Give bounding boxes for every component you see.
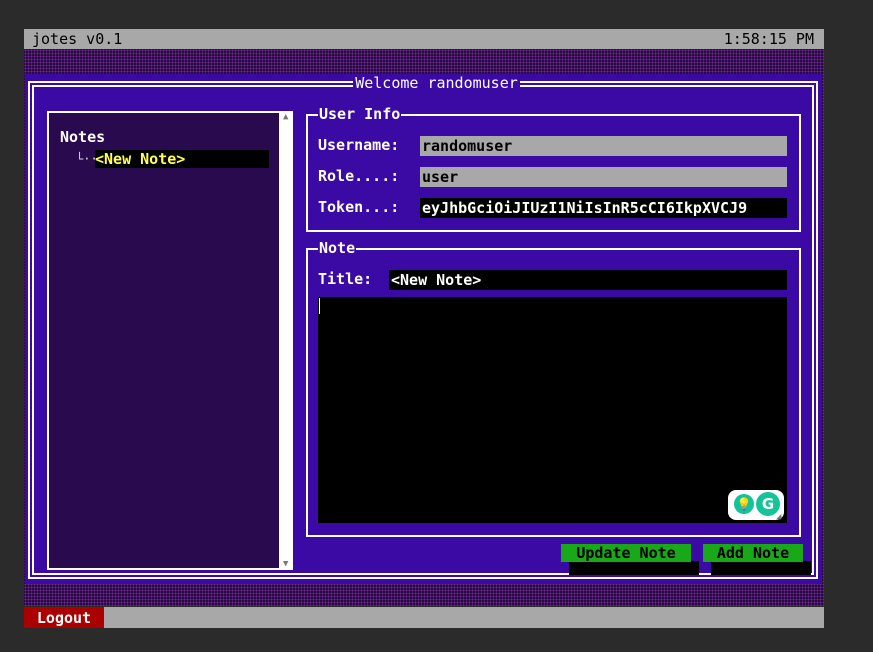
note-title-label: Title: (318, 270, 373, 288)
logout-button[interactable]: Logout (24, 607, 104, 628)
scroll-up-icon[interactable]: ▲ (283, 111, 288, 123)
note-title-field[interactable]: <New Note> (389, 270, 787, 290)
app-name: jotes v0.1 (32, 30, 123, 48)
role-label: Role....: (318, 167, 400, 185)
notes-tree-panel[interactable] (47, 111, 281, 570)
clock: 1:58:15 PM (723, 30, 814, 48)
token-label: Token...: (318, 198, 400, 216)
token-field[interactable]: eyJhbGciOiJIUzI1NiIsInR5cCI6IkpXVCJ9 (420, 198, 787, 218)
user-info-legend: User Info (318, 105, 402, 123)
scroll-down-icon[interactable]: ▼ (283, 558, 288, 570)
notes-tree-root[interactable]: Notes (60, 128, 105, 146)
update-note-button-shadow (569, 561, 699, 575)
text-caret (319, 298, 320, 314)
add-note-button-shadow (711, 561, 811, 575)
window-title: Welcome randomuser (0, 74, 873, 92)
window-title-text: Welcome randomuser (353, 74, 520, 92)
add-note-button[interactable]: Add Note (703, 544, 803, 562)
note-body-textarea[interactable] (318, 297, 787, 523)
title-bar: jotes v0.1 1:58:15 PM (24, 29, 824, 49)
note-legend: Note (318, 239, 357, 257)
role-field[interactable]: user (420, 167, 787, 187)
username-field[interactable]: randomuser (420, 136, 787, 156)
lightbulb-icon[interactable]: 💡 (734, 494, 754, 514)
notes-tree-item-selected[interactable]: <New Note> (95, 150, 269, 168)
notes-scrollbar[interactable]: ▲ ▼ (281, 111, 293, 570)
username-label: Username: (318, 136, 400, 154)
resize-handle-icon[interactable]: ◢ (776, 512, 786, 522)
update-note-button[interactable]: Update Note (561, 544, 691, 562)
status-bar (24, 607, 824, 628)
